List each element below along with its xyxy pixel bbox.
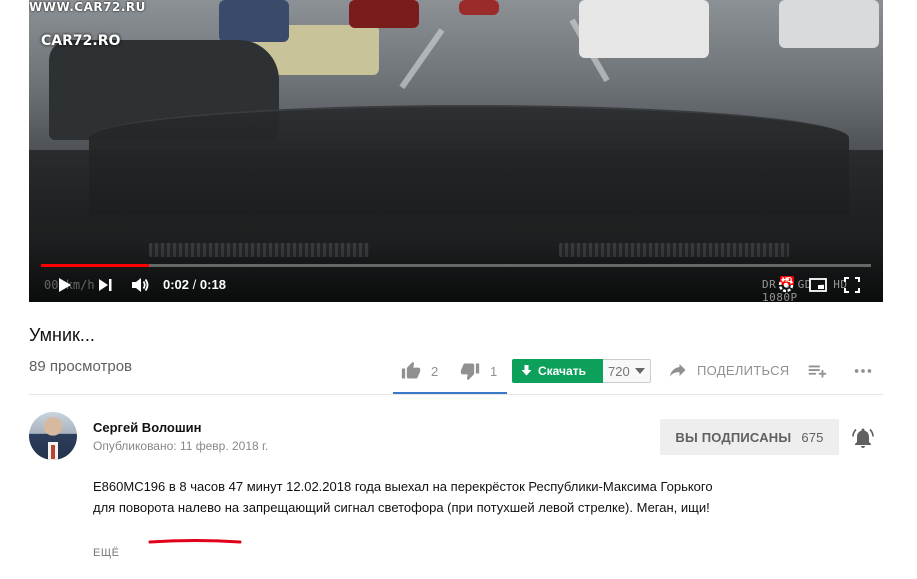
current-time: 0:02 (163, 277, 190, 292)
dashboard (89, 105, 849, 215)
view-count: 89 просмотров (29, 358, 133, 375)
thumbs-down-icon (460, 363, 480, 381)
settings-icon (778, 277, 794, 293)
subscribed-label: ВЫ ПОДПИСАНЫ (675, 429, 792, 445)
bell-ringing-icon (852, 428, 874, 448)
subscribed-button[interactable]: ВЫ ПОДПИСАНЫ 675 (660, 419, 839, 455)
car-shape (459, 0, 499, 15)
channel-avatar[interactable] (29, 412, 77, 460)
chevron-down-icon (634, 368, 645, 374)
miniplayer-icon (809, 278, 827, 292)
video-description: Е860МС196 в 8 часов 47 минут 12.02.2018 … (93, 479, 713, 515)
time-display: 0:02 / 0:18 (163, 277, 226, 292)
annotation-underline (148, 539, 242, 544)
divider (29, 394, 883, 395)
progress-bar[interactable] (41, 264, 871, 267)
download-label: Скачать (538, 364, 586, 378)
dislike-button[interactable]: 1 (460, 361, 497, 381)
notification-bell-button[interactable] (851, 426, 875, 450)
play-button[interactable] (54, 275, 74, 295)
like-count: 2 (431, 363, 439, 379)
miniplayer-button[interactable] (808, 275, 828, 295)
next-icon (99, 279, 112, 291)
progress-played (41, 264, 149, 267)
download-button[interactable]: Скачать (512, 359, 603, 383)
duration: 0:18 (199, 277, 226, 292)
avatar-tie (51, 445, 55, 459)
volume-icon (132, 278, 149, 292)
car-shape (349, 0, 419, 28)
car-shape (579, 0, 709, 58)
thumbs-up-icon (401, 361, 421, 379)
show-more-link[interactable]: ЕЩЁ (93, 547, 120, 559)
settings-button[interactable] (776, 275, 796, 295)
download-arrow-icon (521, 365, 532, 376)
add-to-playlist-button[interactable] (806, 360, 828, 382)
car-shape (779, 0, 879, 48)
video-player[interactable]: WWW.CAR72.RU CAR72.RO 00 km/h 0:02 / 0:1… (29, 0, 883, 302)
quality-select[interactable]: 720 (603, 359, 651, 383)
time-separator: / (192, 277, 197, 292)
publish-date: Опубликовано: 11 февр. 2018 г. (93, 439, 269, 453)
more-horizontal-icon (854, 369, 872, 373)
volume-button[interactable] (130, 275, 150, 295)
car-shape (219, 0, 289, 42)
share-button[interactable]: ПОДЕЛИТЬСЯ (669, 361, 789, 379)
dislike-count: 1 (490, 363, 498, 379)
share-icon (669, 364, 686, 377)
playlist-add-icon (808, 365, 827, 378)
quality-value: 720 (608, 363, 630, 379)
play-icon (59, 278, 71, 292)
next-button[interactable] (95, 275, 115, 295)
fullscreen-button[interactable] (842, 275, 862, 295)
share-label: ПОДЕЛИТЬСЯ (697, 362, 790, 378)
controls-shade (29, 242, 883, 302)
watermark-logo: CAR72.RO (41, 33, 121, 49)
video-title: Умник... (29, 325, 95, 345)
watermark-url: WWW.CAR72.RU (29, 0, 146, 14)
fullscreen-icon (844, 277, 860, 293)
lane-marking (399, 28, 445, 90)
subscriber-count: 675 (801, 429, 824, 445)
channel-name[interactable]: Сергей Волошин (93, 420, 202, 435)
like-button[interactable]: 2 (401, 361, 438, 381)
more-actions-button[interactable] (852, 360, 874, 382)
